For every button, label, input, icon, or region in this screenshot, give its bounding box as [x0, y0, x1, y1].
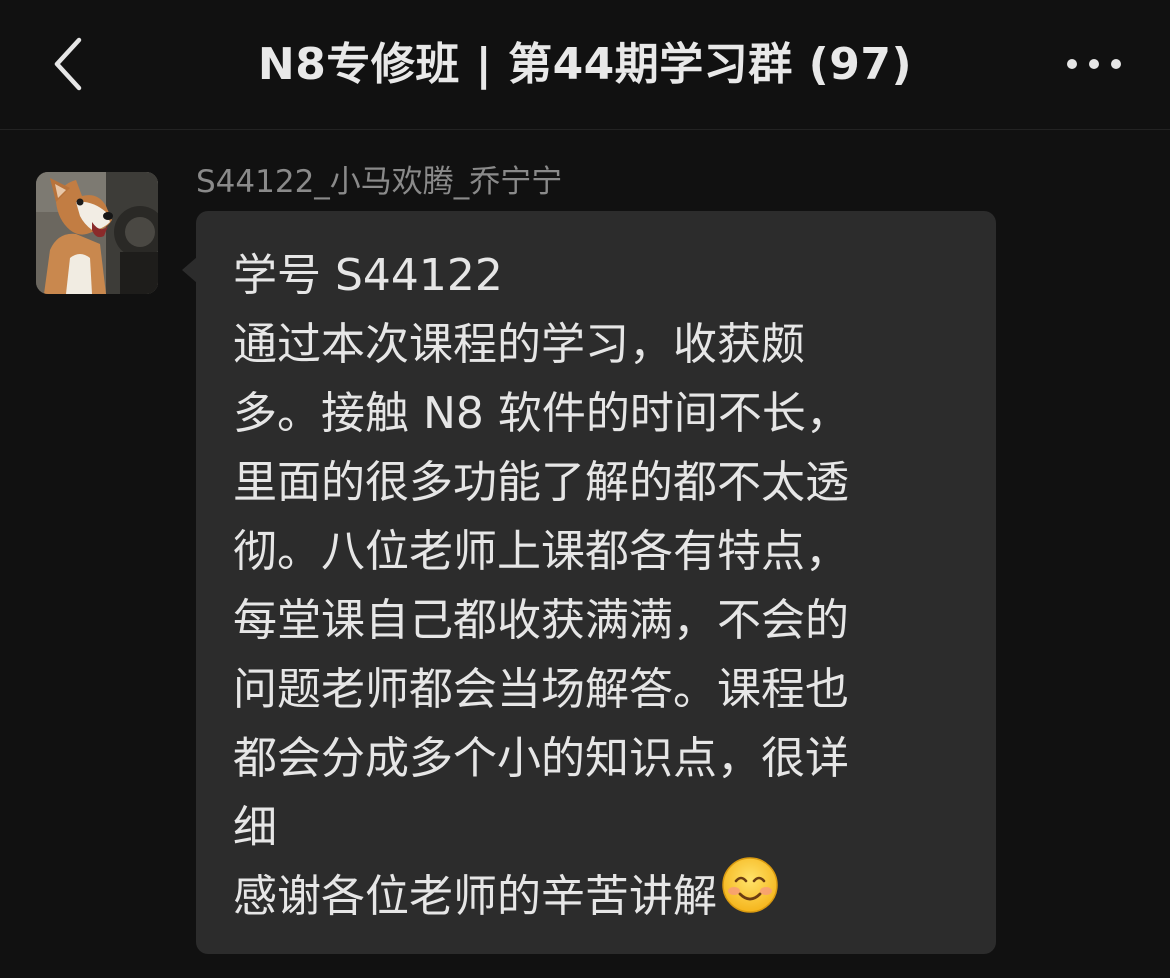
- message-line: 通过本次课程的学习，收获颇: [233, 319, 805, 370]
- chat-screen: N8专修班 | 第44期学习群 (97) S44122_小马欢腾_乔宁宁 学号 …: [0, 0, 1170, 978]
- sender-name: S44122_小马欢腾_乔宁宁: [196, 164, 563, 200]
- chat-header: N8专修班 | 第44期学习群 (97): [0, 0, 1170, 130]
- message-line: 学号 S44122: [233, 250, 503, 301]
- more-options-button[interactable]: [1058, 38, 1130, 90]
- message-line: 细: [233, 802, 277, 853]
- message-line: 每堂课自己都收获满满，不会的: [233, 595, 849, 646]
- sender-avatar[interactable]: [36, 172, 158, 294]
- more-horizontal-icon: [1066, 55, 1122, 74]
- message-last-line: 感谢各位老师的辛苦讲解: [233, 857, 966, 931]
- smiling-face-emoji: [721, 856, 779, 934]
- message-line: 彻。八位老师上课都各有特点，: [233, 526, 849, 577]
- back-button[interactable]: [38, 30, 98, 98]
- message-bubble[interactable]: 学号 S44122 通过本次课程的学习，收获颇 多。接触 N8 软件的时间不长，…: [182, 211, 996, 954]
- message-line: 感谢各位老师的辛苦讲解: [233, 871, 717, 922]
- chevron-left-icon: [51, 36, 85, 92]
- bubble-tail: [182, 257, 197, 283]
- message-line: 都会分成多个小的知识点，很详: [233, 733, 849, 784]
- message-line: 问题老师都会当场解答。课程也: [233, 664, 849, 715]
- message-line: 多。接触 N8 软件的时间不长，: [233, 388, 850, 439]
- chat-title: N8专修班 | 第44期学习群 (97): [257, 39, 913, 90]
- message-line: 里面的很多功能了解的都不太透: [233, 457, 849, 508]
